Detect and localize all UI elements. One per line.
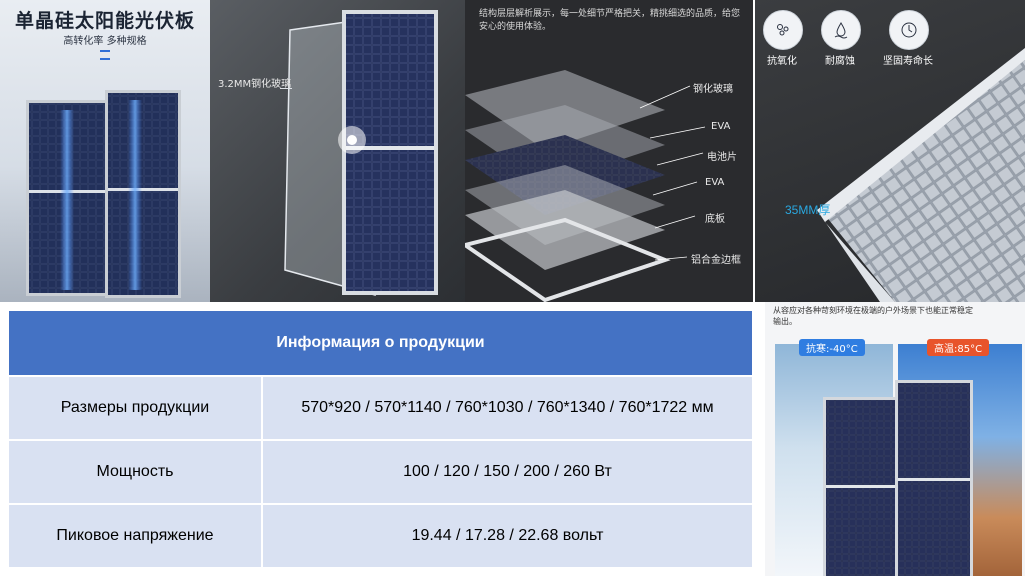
row-label: Пиковое напряжение <box>7 503 263 569</box>
glass-pointer-line <box>280 88 292 89</box>
cold-badge: 抗寒:-40°C <box>799 339 865 356</box>
layer-structure-image: 结构层层解析展示，每一处细节严格把关，精挑细选的品质，给您安心的使用体验。 钢化… <box>465 0 753 302</box>
table-header-row: Информация о продукции <box>7 309 754 377</box>
layer-label-3: 电池片 <box>707 152 737 163</box>
layer-label-5: 底板 <box>705 214 725 225</box>
hot-badge: 高温:85°C <box>927 339 990 356</box>
row-label: Размеры продукции <box>7 375 263 441</box>
frame-closeup-illustration <box>817 48 1025 302</box>
row-value: 570*920 / 570*1140 / 760*1030 / 760*1340… <box>261 375 754 441</box>
product-overview-image: 单晶硅太阳能光伏板 高转化率 多种规格 <box>0 0 210 302</box>
table-row: Размеры продукции 570*920 / 570*1140 / 7… <box>7 375 754 441</box>
layer-label-6: 铝合金边框 <box>691 255 741 266</box>
layer-label-1: 钢化玻璃 <box>693 84 733 95</box>
frame-thickness-label: 35MM厚 <box>785 203 831 217</box>
product-info-table: Информация о продукции Размеры продукции… <box>7 309 754 569</box>
table-row: Мощность 100 / 120 / 150 / 200 / 260 Вт <box>7 439 754 505</box>
row-value: 19.44 / 17.28 / 22.68 вольт <box>261 503 754 569</box>
environment-image: 从容应对各种苛刻环境在极端的户外场景下也能正常稳定输出。 抗寒:-40°C 高温… <box>765 302 1025 576</box>
table-header: Информация о продукции <box>7 309 754 377</box>
glass-layer-image: 3.2MM钢化玻璃 <box>210 0 465 302</box>
table-row: Пиковое напряжение 19.44 / 17.28 / 22.68… <box>7 503 754 569</box>
row-label: Мощность <box>7 439 263 505</box>
row-value: 100 / 120 / 150 / 200 / 260 Вт <box>261 439 754 505</box>
layer-label-2: EVA <box>711 121 731 132</box>
durability-image: 抗氧化 耐腐蚀 坚固寿命长 35MM厚 <box>755 0 1025 302</box>
glass-panel-illustration <box>284 10 438 297</box>
layer-label-4: EVA <box>705 177 725 188</box>
solar-panels-illustration <box>26 90 181 298</box>
